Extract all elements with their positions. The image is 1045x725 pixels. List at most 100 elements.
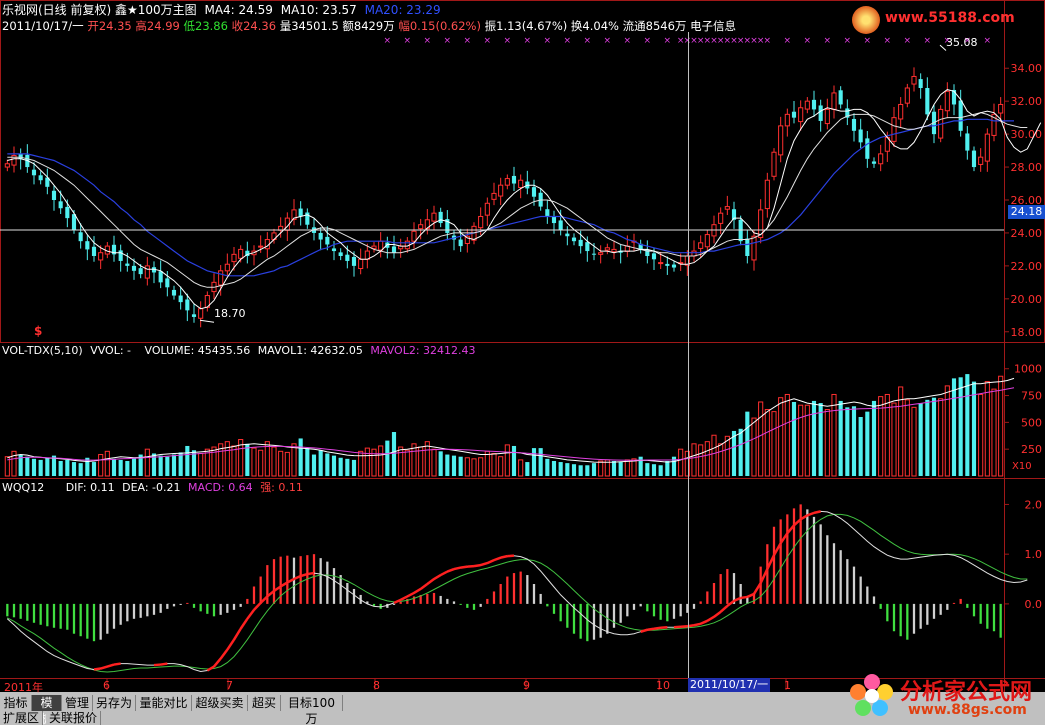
candle-body-up <box>831 92 837 110</box>
volume-bar-down <box>458 456 463 476</box>
candle-body-down <box>351 256 357 266</box>
volume-bar-down <box>611 460 617 476</box>
volume-bar-up <box>758 401 764 477</box>
candle-body-down <box>191 314 197 317</box>
volume-bar-up <box>431 448 437 477</box>
tab-indicator[interactable]: 指标 <box>0 695 32 711</box>
volume-bar-up <box>471 458 477 477</box>
signal-cross: × <box>664 36 672 46</box>
tab-volume-compare[interactable]: 量能对比 <box>136 695 192 711</box>
candle-body-down <box>965 133 970 151</box>
dif-strong-segment <box>246 609 256 620</box>
stock-chart-svg[interactable]: 34.0032.0030.0028.0026.0024.0022.0020.00… <box>0 0 1045 725</box>
signal-cross: × <box>844 36 852 46</box>
candle-body-down <box>551 216 557 224</box>
candle-body-up <box>4 163 10 168</box>
tab-related-quote[interactable]: 关联报价 <box>46 711 102 725</box>
candle-body-down <box>671 264 677 268</box>
tab-target-1m[interactable]: 目标100万 <box>281 695 343 725</box>
tab-overbought[interactable]: 超买 <box>248 695 281 711</box>
volume-bar-down <box>38 459 43 476</box>
volume-bar-down <box>791 401 797 476</box>
signal-cross: × <box>384 36 392 46</box>
candle-body-down <box>318 232 323 240</box>
volume-bar-up <box>491 452 497 477</box>
ma4-label: MA4: 24.59 <box>204 3 273 17</box>
volume-bar-up <box>504 444 510 477</box>
volume-bar-up <box>398 446 404 477</box>
watermark-url-top: www.55188.com <box>885 10 1015 26</box>
candle-body-up <box>598 252 604 255</box>
volume-bar-up <box>704 441 710 477</box>
tab-template[interactable]: 模板 <box>32 695 62 725</box>
candle-body-down <box>345 254 350 261</box>
volume-bar-down <box>185 445 190 476</box>
mavol1-line <box>7 377 1015 463</box>
flower-logo-icon <box>848 672 896 720</box>
candle-body-down <box>91 246 97 256</box>
candle-body-down <box>565 233 570 237</box>
dif-strong-segment <box>813 510 821 515</box>
volume-bar-up <box>104 450 110 477</box>
volume-bar-up <box>751 417 757 477</box>
dif-strong-segment <box>106 663 115 668</box>
candle-body-down <box>171 289 177 296</box>
watermark-url-bottom: www.88gs.com <box>908 702 1027 718</box>
dif-strong-segment <box>426 578 435 586</box>
tab-extension[interactable]: 扩展区 <box>0 711 44 725</box>
tab-super-buysell[interactable]: 超级买卖 <box>192 695 248 711</box>
candle-body-up <box>891 117 897 142</box>
mavol2-label: MAVOL2: 32412.43 <box>370 344 476 357</box>
candle-body-up <box>604 247 610 251</box>
dif-strong-segment <box>239 618 249 630</box>
volume-bar-up <box>778 397 784 477</box>
header-line-2: 2011/10/17/一 开24.35 高24.99 低23.86 收24.36… <box>2 18 736 34</box>
volume-bar-up <box>718 443 724 477</box>
macd-indicator-title[interactable]: WQQ12 <box>2 481 44 494</box>
candle-body-down <box>958 100 963 131</box>
candle-body-up <box>378 240 384 251</box>
volume-bar-down <box>351 459 357 476</box>
signal-cross: × <box>504 36 512 46</box>
x-axis-cursor-date: 2011/10/17/一 <box>688 678 771 692</box>
candle-body-down <box>558 220 563 230</box>
volume-bar-down <box>305 448 310 476</box>
candle-body-up <box>658 262 664 265</box>
amount-label: 额8429万 <box>342 19 395 33</box>
price-tick-label: 34.00 <box>1011 62 1043 75</box>
price-panel-frame <box>0 0 1045 343</box>
candle-body-up <box>231 253 237 263</box>
signal-cross: × <box>984 36 992 46</box>
open-label: 开24.35 <box>87 19 132 33</box>
volume-bar-down <box>511 445 517 476</box>
candle-body-down <box>65 206 70 219</box>
volume-indicator-title[interactable]: VOL-TDX(5,10) <box>2 344 83 357</box>
header-line-1: 乐视网(日线 前复权) 鑫★100万主图 MA4: 24.59 MA10: 23… <box>2 2 441 18</box>
candle-body-down <box>178 295 183 303</box>
signal-cross: × <box>864 36 872 46</box>
change-label: 幅0.15(0.62%) <box>398 19 481 33</box>
candle-body-up <box>698 242 704 249</box>
volume-bar-up <box>711 434 717 477</box>
low-label: 低23.86 <box>183 19 228 33</box>
dif-strong-segment <box>700 619 708 625</box>
tab-manage[interactable]: 管理 <box>62 695 93 711</box>
volume-bar-down <box>591 463 597 476</box>
volume-bar-down <box>158 455 163 476</box>
volume-bar-down <box>538 448 543 476</box>
volume-bar-up <box>291 443 297 477</box>
macd-label: MACD: 0.64 <box>188 481 253 494</box>
candle-body-up <box>824 108 830 125</box>
volume-bar-down <box>65 459 70 476</box>
tab-save-as[interactable]: 另存为 <box>93 695 136 711</box>
volume-bar-up <box>278 450 284 477</box>
candle-body-up <box>898 103 904 120</box>
macd-tick-label: 0.0 <box>1025 598 1043 611</box>
dif-strong-segment <box>307 571 315 576</box>
volume-bar-down <box>838 400 843 476</box>
price-tick-label: 24.00 <box>1011 227 1043 240</box>
volume-bar-up <box>478 457 484 477</box>
candle-body-down <box>531 187 537 197</box>
volume-bar-down <box>571 464 577 476</box>
candle-body-down <box>58 201 63 209</box>
